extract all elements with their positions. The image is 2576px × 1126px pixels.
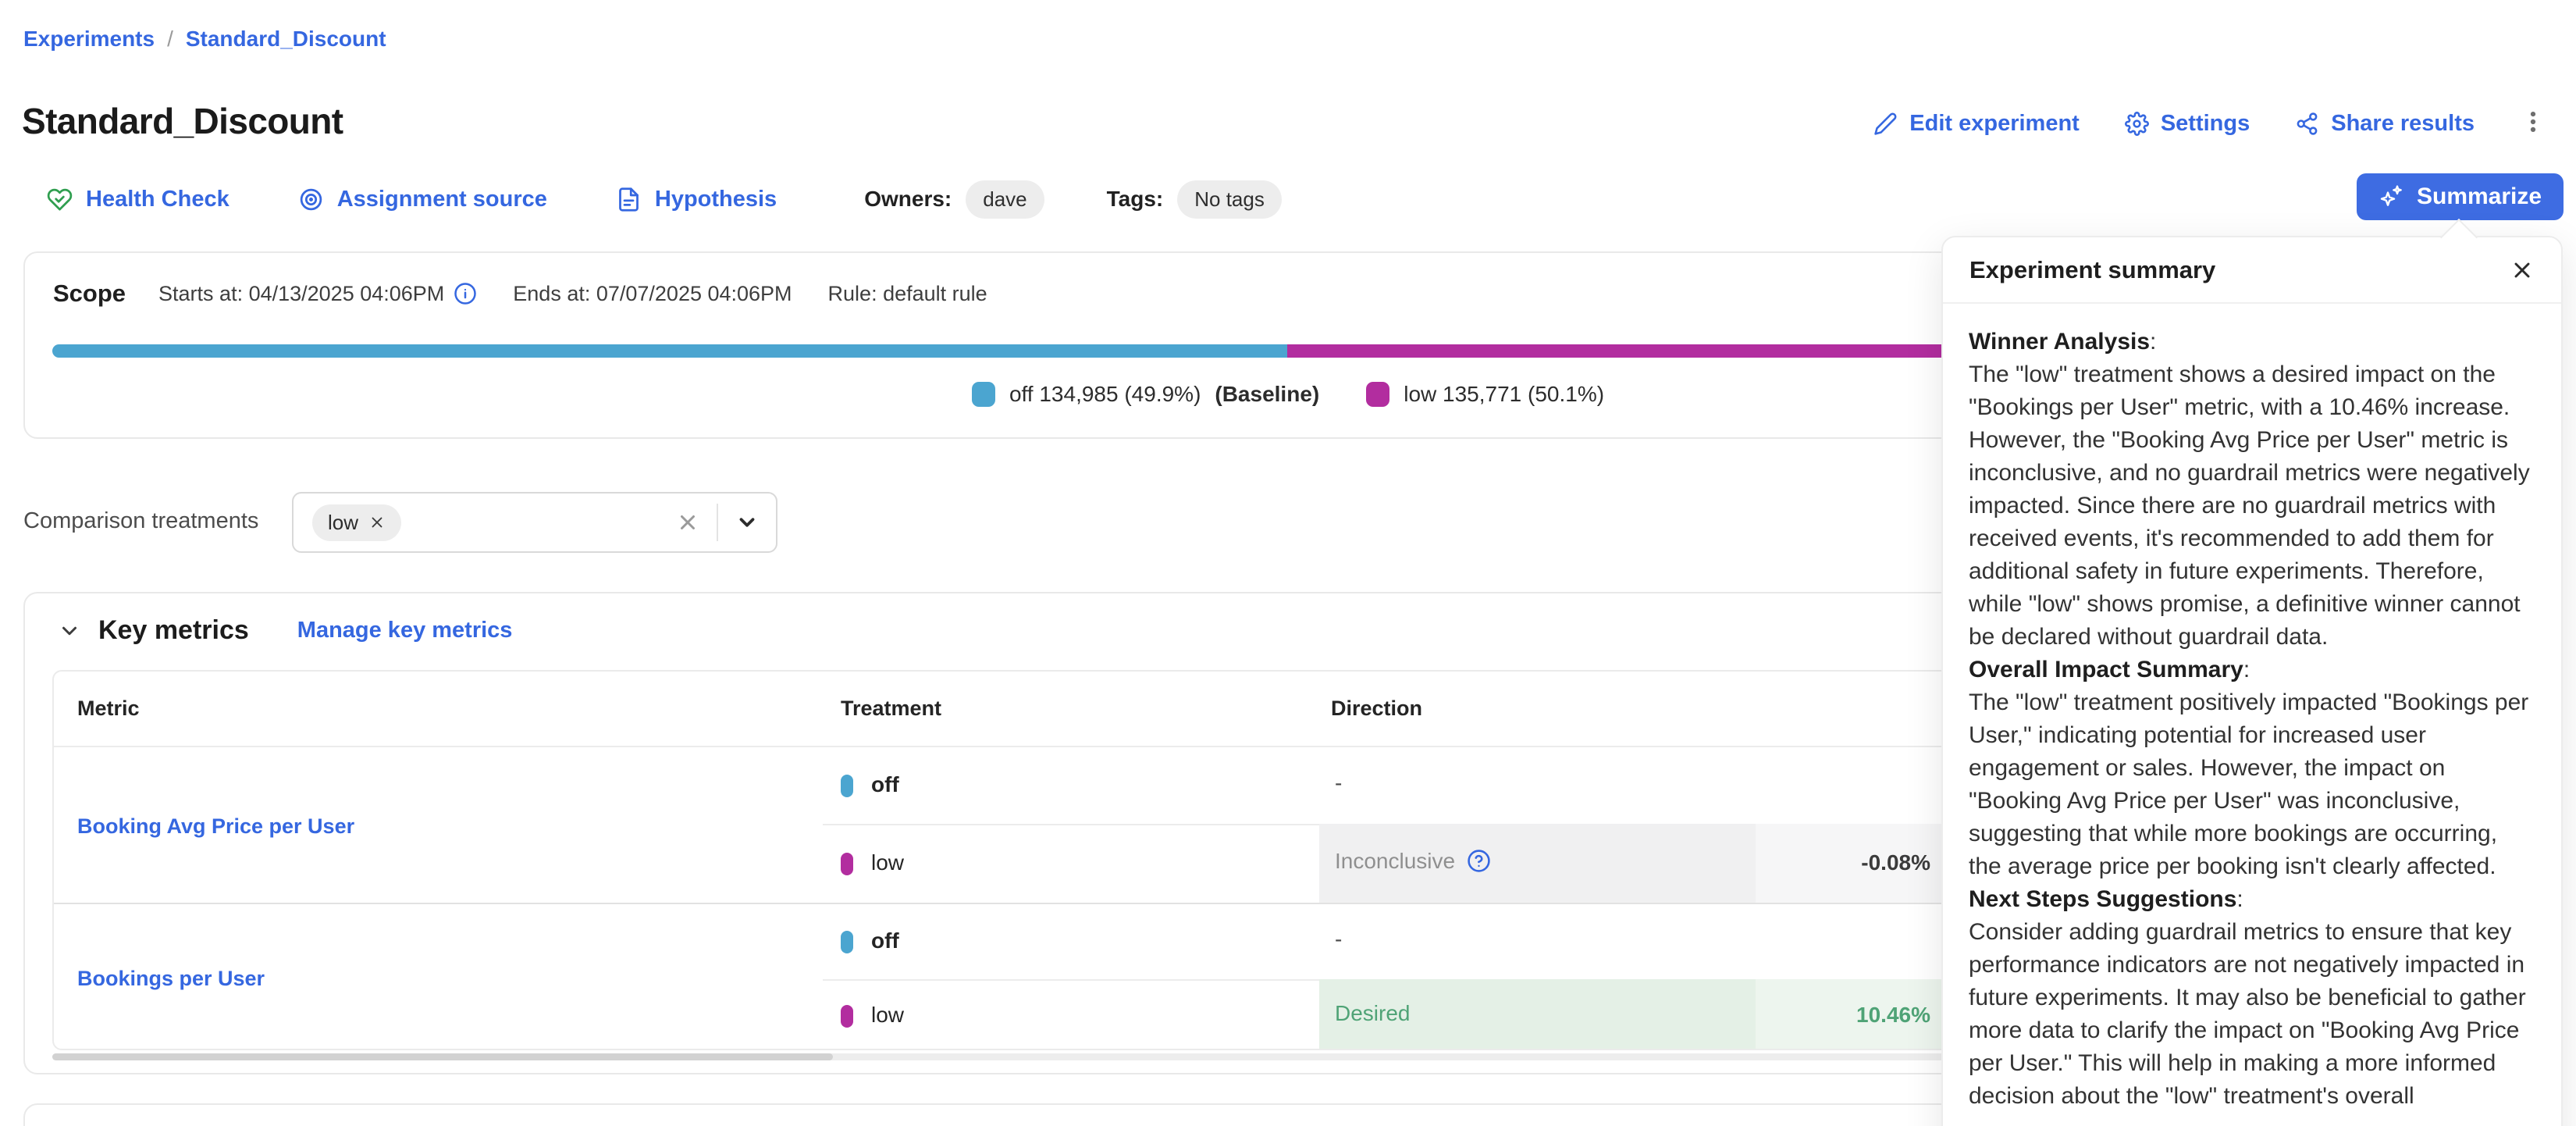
collapse-section-button[interactable] (58, 619, 81, 643)
clear-selection-button[interactable] (676, 511, 699, 534)
comparison-treatments-select[interactable]: low (292, 492, 777, 553)
owners-group: Owners: dave (864, 180, 1044, 219)
column-header-metric: Metric (77, 697, 140, 721)
delta-value: 10.46% (1756, 1003, 1930, 1028)
close-icon (2510, 258, 2535, 283)
more-options-button[interactable] (2520, 109, 2546, 139)
tags-pill[interactable]: No tags (1177, 180, 1282, 219)
owner-pill[interactable]: dave (966, 180, 1044, 219)
chip-remove-icon[interactable] (368, 514, 386, 531)
share-results-button[interactable]: Share results (2295, 111, 2475, 137)
section-heading: Overall Impact Summary: (1969, 654, 2535, 686)
off-swatch (972, 382, 995, 407)
owners-label: Owners: (864, 187, 952, 212)
sparkles-icon (2379, 184, 2403, 209)
allocation-segment-off (52, 344, 1287, 358)
edit-experiment-button[interactable]: Edit experiment (1873, 111, 2080, 137)
experiment-summary-panel: Experiment summary Winner Analysis: The … (1941, 236, 2563, 1126)
info-icon[interactable] (454, 282, 477, 305)
manage-key-metrics-link[interactable]: Manage key metrics (297, 618, 513, 643)
close-icon (676, 511, 699, 534)
off-swatch (841, 775, 853, 797)
panel-title: Experiment summary (1969, 256, 2215, 284)
panel-body: Winner Analysis: The "low" treatment sho… (1943, 304, 2561, 1113)
low-swatch (1366, 382, 1389, 407)
legend-item-low: low 135,771 (50.1%) (1366, 382, 1604, 407)
baseline-tag: (Baseline) (1215, 382, 1319, 407)
heart-check-icon (47, 187, 73, 212)
breadcrumb-link-current[interactable]: Standard_Discount (186, 27, 386, 52)
experiment-meta-row: Health Check Assignment source Hypothesi… (47, 175, 1282, 223)
gear-icon (2125, 112, 2149, 136)
delta-value: -0.08% (1756, 850, 1930, 875)
section-text: Consider adding guardrail metrics to ens… (1969, 916, 2535, 1113)
assignment-source-link[interactable]: Assignment source (298, 187, 547, 212)
scrollbar-thumb[interactable] (52, 1053, 833, 1060)
section-heading: Next Steps Suggestions: (1969, 883, 2535, 916)
direction-status: Inconclusive (1335, 849, 1491, 874)
target-icon (298, 187, 324, 212)
comparison-treatments-label: Comparison treatments (23, 508, 258, 534)
health-check-link[interactable]: Health Check (47, 187, 229, 212)
section-heading: Winner Analysis: (1969, 326, 2535, 358)
low-swatch (841, 1005, 853, 1028)
breadcrumb-separator: / (167, 27, 173, 52)
off-swatch (841, 931, 853, 953)
kebab-icon (2520, 109, 2546, 135)
breadcrumb: Experiments / Standard_Discount (23, 27, 386, 52)
select-dropdown-button[interactable] (735, 511, 759, 534)
share-icon (2295, 112, 2319, 136)
breadcrumb-link-experiments[interactable]: Experiments (23, 27, 155, 52)
scope-title: Scope (53, 280, 126, 308)
legend-item-off: off 134,985 (49.9%) (Baseline) (972, 382, 1319, 407)
scope-rule: Rule: default rule (828, 282, 987, 306)
select-divider (717, 504, 718, 541)
treatment-chip-low[interactable]: low (312, 504, 401, 541)
chevron-down-icon (735, 511, 759, 534)
summarize-button[interactable]: Summarize (2357, 173, 2564, 220)
scope-ends-at: Ends at: 07/07/2025 04:06PM (513, 282, 792, 306)
direction-status: Desired (1335, 1001, 1410, 1026)
tags-label: Tags: (1107, 187, 1164, 212)
scope-starts-at: Starts at: 04/13/2025 04:06PM (158, 282, 477, 306)
column-header-treatment: Treatment (841, 697, 941, 721)
settings-button[interactable]: Settings (2125, 111, 2250, 137)
document-icon (616, 187, 642, 212)
section-text: The "low" treatment shows a desired impa… (1969, 358, 2535, 654)
scope-header: Scope Starts at: 04/13/2025 04:06PM Ends… (53, 280, 1023, 308)
section-text: The "low" treatment positively impacted … (1969, 686, 2535, 883)
pencil-icon (1873, 112, 1898, 136)
panel-close-button[interactable] (2510, 258, 2535, 283)
hypothesis-link[interactable]: Hypothesis (616, 187, 777, 212)
low-swatch (841, 853, 853, 875)
column-header-direction: Direction (1331, 697, 1422, 721)
page-title: Standard_Discount (22, 100, 343, 142)
header-actions: Edit experiment Settings Share results (1873, 100, 2546, 147)
key-metrics-title: Key metrics (98, 615, 249, 646)
tags-group: Tags: No tags (1107, 180, 1282, 219)
chevron-down-icon (58, 619, 81, 643)
help-icon[interactable] (1467, 849, 1491, 873)
